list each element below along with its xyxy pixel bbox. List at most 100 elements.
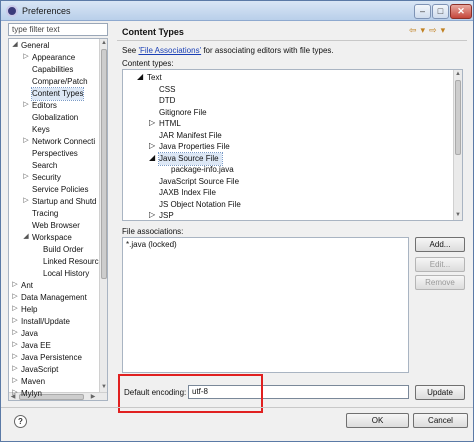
- tree-expand-icon[interactable]: ▷: [11, 364, 19, 372]
- content-type-item[interactable]: JS Object Notation File: [159, 199, 241, 211]
- tree-expand-icon[interactable]: ▷: [22, 100, 30, 108]
- tree-item[interactable]: Build Order: [43, 244, 83, 256]
- tree-vertical-scrollbar[interactable]: ▲ ▼: [99, 39, 107, 392]
- tree-expand-icon[interactable]: ◢: [22, 232, 30, 240]
- filter-input[interactable]: type filter text: [8, 23, 108, 36]
- back-arrow-icon[interactable]: ⇦: [409, 25, 417, 35]
- content-type-item[interactable]: package-info.java: [171, 164, 234, 176]
- file-associations-label: File associations:: [122, 227, 184, 236]
- tree-item[interactable]: Capabilities: [32, 64, 73, 76]
- tree-item[interactable]: Content Types: [30, 87, 85, 101]
- content-type-item[interactable]: JAR Manifest File: [159, 130, 222, 142]
- window-title: Preferences: [22, 6, 71, 16]
- tree-item[interactable]: Java EE: [21, 340, 51, 352]
- ok-button[interactable]: OK: [346, 413, 409, 428]
- tree-item[interactable]: Appearance: [32, 52, 75, 64]
- tree-expand-icon[interactable]: ▷: [22, 196, 30, 204]
- tree-expand-icon[interactable]: ▷: [11, 316, 19, 324]
- tree-item[interactable]: Ant: [21, 280, 33, 292]
- close-button[interactable]: ✕: [450, 4, 472, 19]
- tree-item[interactable]: Maven: [21, 376, 45, 388]
- tree-expand-icon[interactable]: ▷: [11, 328, 19, 336]
- tree-item[interactable]: Web Browser: [32, 220, 80, 232]
- tree-expand-icon[interactable]: ▷: [22, 52, 30, 60]
- tree-expand-icon[interactable]: ▷: [11, 304, 19, 312]
- forward-arrow-icon[interactable]: ⇨: [429, 25, 437, 35]
- tree-expand-icon[interactable]: ▷: [149, 210, 155, 219]
- content-type-item[interactable]: Java Properties File: [159, 141, 230, 153]
- content-type-item[interactable]: JAXB Index File: [159, 187, 216, 199]
- tree-item[interactable]: Startup and Shutd: [32, 196, 97, 208]
- tree-expand-icon[interactable]: ▷: [149, 141, 155, 150]
- scroll-up-icon[interactable]: ▲: [454, 70, 462, 78]
- content-types-label: Content types:: [122, 59, 174, 68]
- tree-item[interactable]: Java: [21, 328, 38, 340]
- list-item[interactable]: *.java (locked): [126, 240, 177, 249]
- eclipse-icon: [6, 5, 18, 17]
- tree-expand-icon[interactable]: ▷: [11, 292, 19, 300]
- tree-item[interactable]: Editors: [32, 100, 57, 112]
- footer-divider: [1, 407, 473, 408]
- tree-expand-icon[interactable]: ▷: [22, 172, 30, 180]
- tree-expand-icon[interactable]: ▷: [11, 340, 19, 348]
- scroll-up-icon[interactable]: ▲: [100, 39, 107, 47]
- tree-item[interactable]: Perspectives: [32, 148, 78, 160]
- tree-item[interactable]: Workspace: [32, 232, 72, 244]
- help-icon[interactable]: ?: [14, 415, 27, 428]
- file-associations-link[interactable]: 'File Associations': [138, 46, 201, 55]
- file-associations-list[interactable]: *.java (locked): [122, 237, 409, 373]
- tree-item[interactable]: Keys: [32, 124, 50, 136]
- tree-expand-icon[interactable]: ◢: [11, 40, 19, 48]
- tree-item[interactable]: Java Persistence: [21, 352, 82, 364]
- tree-item[interactable]: JavaScript: [21, 364, 58, 376]
- view-menu-icon[interactable]: ▾: [441, 25, 446, 35]
- header-divider: [117, 40, 467, 41]
- content-type-item[interactable]: Gitignore File: [159, 107, 207, 119]
- minimize-button[interactable]: –: [414, 4, 431, 19]
- tree-item[interactable]: Compare/Patch: [32, 76, 88, 88]
- tree-item[interactable]: Help: [21, 304, 37, 316]
- tree-expand-icon[interactable]: ▷: [11, 280, 19, 288]
- remove-button[interactable]: Remove: [415, 275, 465, 290]
- tree-expand-icon[interactable]: ◢: [149, 153, 155, 162]
- title-bar[interactable]: Preferences – □ ✕: [1, 1, 473, 21]
- tree-item[interactable]: Install/Update: [21, 316, 70, 328]
- content-type-item[interactable]: DTD: [159, 95, 175, 107]
- content-types-scrollbar[interactable]: ▲ ▼: [453, 70, 462, 220]
- update-button[interactable]: Update: [415, 385, 465, 400]
- tree-expand-icon[interactable]: ◢: [137, 72, 143, 81]
- content-type-item[interactable]: JavaScript Source File: [159, 176, 239, 188]
- scroll-right-icon[interactable]: ▶: [89, 393, 97, 400]
- content-types-tree: ▲ ▼ ◢ Text CSS DTD Gitignore File ▷ HTML JAR Ma…: [122, 69, 463, 221]
- scroll-down-icon[interactable]: ▼: [100, 383, 107, 391]
- content-type-item[interactable]: HTML: [159, 118, 181, 130]
- tree-expand-icon[interactable]: ▷: [149, 118, 155, 127]
- tree-item[interactable]: Local History: [43, 268, 89, 280]
- scroll-thumb[interactable]: [455, 80, 461, 155]
- tree-item[interactable]: Data Management: [21, 292, 87, 304]
- tree-item[interactable]: Network Connecti: [32, 136, 95, 148]
- edit-button[interactable]: Edit...: [415, 257, 465, 272]
- tree-item[interactable]: Search: [32, 160, 57, 172]
- tree-item[interactable]: Mylyn: [21, 388, 42, 400]
- tree-expand-icon[interactable]: ▷: [11, 376, 19, 384]
- tree-expand-icon[interactable]: ▷: [22, 136, 30, 144]
- tree-item[interactable]: General: [21, 40, 49, 52]
- content-type-item[interactable]: Java Source File: [158, 151, 223, 166]
- content-type-item[interactable]: JSP: [159, 210, 174, 220]
- tree-item[interactable]: Tracing: [32, 208, 58, 220]
- add-button[interactable]: Add...: [415, 237, 465, 252]
- tree-expand-icon[interactable]: ▷: [11, 388, 19, 396]
- content-type-item[interactable]: CSS: [159, 84, 175, 96]
- tree-item[interactable]: Linked Resourc: [43, 256, 99, 268]
- content-type-item[interactable]: Text: [147, 72, 162, 84]
- tree-item[interactable]: Security: [32, 172, 61, 184]
- scroll-thumb[interactable]: [101, 49, 107, 279]
- cancel-button[interactable]: Cancel: [413, 413, 468, 428]
- tree-expand-icon[interactable]: ▷: [11, 352, 19, 360]
- back-dropdown-icon[interactable]: ▾: [421, 25, 426, 35]
- tree-item[interactable]: Globalization: [32, 112, 78, 124]
- scroll-down-icon[interactable]: ▼: [454, 211, 462, 219]
- tree-item[interactable]: Service Policies: [32, 184, 88, 196]
- maximize-button[interactable]: □: [432, 4, 449, 19]
